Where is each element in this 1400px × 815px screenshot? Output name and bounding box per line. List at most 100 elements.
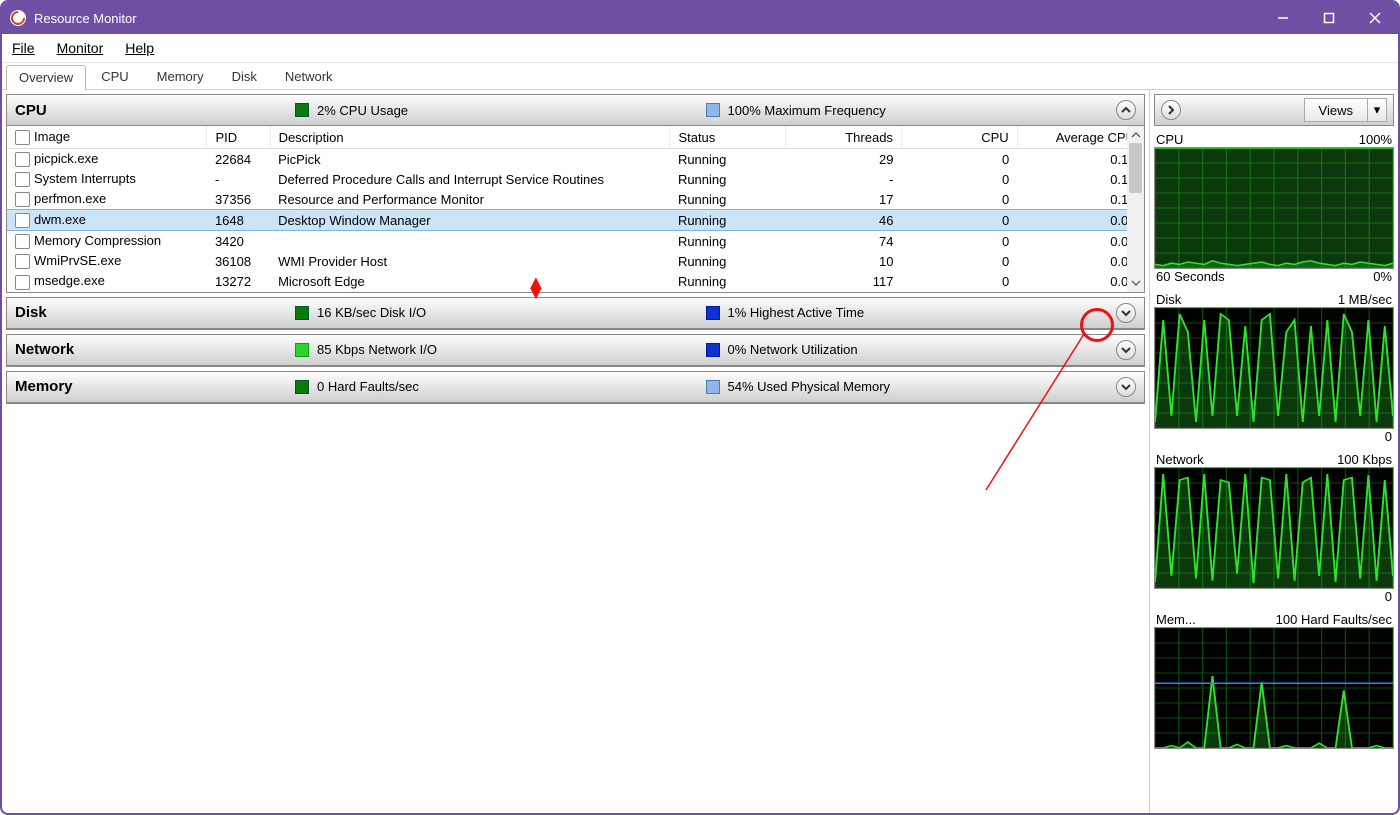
- net-util-swatch-icon: [706, 343, 720, 357]
- col-description[interactable]: Description: [270, 126, 670, 149]
- tab-cpu[interactable]: CPU: [88, 64, 141, 89]
- col-threads[interactable]: Threads: [786, 126, 902, 149]
- menu-monitor[interactable]: Monitor: [53, 38, 108, 58]
- chart-foot-right: 0: [1385, 429, 1392, 444]
- chart-disk: Disk1 MB/sec0: [1154, 292, 1394, 444]
- section-memory: Memory 0 Hard Faults/sec 54% Used Physic…: [6, 371, 1145, 404]
- window-frame: Resource Monitor File Monitor Help Overv…: [0, 0, 1400, 815]
- cpu-process-table: Image PID Description Status Threads CPU…: [7, 126, 1144, 292]
- maximize-button[interactable]: [1306, 2, 1352, 34]
- cpu-usage-text: 2% CPU Usage: [317, 103, 408, 118]
- scroll-down-icon[interactable]: [1127, 275, 1144, 292]
- titlebar[interactable]: Resource Monitor: [2, 2, 1398, 34]
- col-status[interactable]: Status: [670, 126, 786, 149]
- views-chevron-icon: ▾: [1367, 99, 1386, 121]
- section-disk-title: Disk: [15, 304, 295, 321]
- row-checkbox[interactable]: [15, 152, 30, 167]
- table-row[interactable]: msedge.exe13272Microsoft EdgeRunning1170…: [7, 271, 1144, 291]
- section-cpu-header[interactable]: CPU 2% CPU Usage 100% Maximum Frequency: [7, 95, 1144, 126]
- chart-foot-right: 0: [1385, 589, 1392, 604]
- section-disk: Disk 16 KB/sec Disk I/O 1% Highest Activ…: [6, 297, 1145, 330]
- table-scrollbar[interactable]: [1127, 126, 1144, 292]
- section-network: Network 85 Kbps Network I/O 0% Network U…: [6, 334, 1145, 367]
- chart-cpu: CPU100%60 Seconds0%: [1154, 132, 1394, 284]
- net-util-text: 0% Network Utilization: [728, 342, 858, 357]
- section-cpu: CPU 2% CPU Usage 100% Maximum Frequency …: [6, 94, 1145, 293]
- section-network-title: Network: [15, 341, 295, 358]
- chart-max-label: 100%: [1359, 132, 1392, 147]
- main-panel: CPU 2% CPU Usage 100% Maximum Frequency …: [2, 90, 1150, 815]
- table-row[interactable]: dwm.exe1648Desktop Window ManagerRunning…: [7, 210, 1144, 231]
- col-cpu[interactable]: CPU: [901, 126, 1017, 149]
- minimize-button[interactable]: [1260, 2, 1306, 34]
- collapse-side-button[interactable]: [1161, 100, 1181, 120]
- chart-foot-left: 60 Seconds: [1156, 269, 1225, 284]
- mem-faults-text: 0 Hard Faults/sec: [317, 379, 419, 394]
- views-dropdown[interactable]: Views ▾: [1304, 98, 1387, 122]
- row-checkbox[interactable]: [15, 213, 30, 228]
- row-checkbox[interactable]: [15, 192, 30, 207]
- menubar: File Monitor Help: [2, 34, 1398, 63]
- chart-canvas: [1154, 467, 1394, 589]
- chart-canvas: [1154, 627, 1394, 749]
- cpu-maxfreq-text: 100% Maximum Frequency: [728, 103, 886, 118]
- row-checkbox[interactable]: [15, 275, 30, 290]
- disk-active-text: 1% Highest Active Time: [728, 305, 865, 320]
- row-checkbox[interactable]: [15, 172, 30, 187]
- row-checkbox[interactable]: [15, 234, 30, 249]
- chart-mem: Mem... 100 Hard Faults/sec: [1154, 612, 1394, 749]
- table-row[interactable]: System Interrupts-Deferred Procedure Cal…: [7, 169, 1144, 189]
- tab-disk[interactable]: Disk: [219, 64, 270, 89]
- cpu-usage-swatch-icon: [295, 103, 309, 117]
- table-row[interactable]: WmiPrvSE.exe36108WMI Provider HostRunnin…: [7, 251, 1144, 271]
- table-header-row: Image PID Description Status Threads CPU…: [7, 126, 1144, 149]
- app-icon: [10, 10, 26, 26]
- section-memory-title: Memory: [15, 378, 295, 395]
- expand-disk-button[interactable]: [1116, 303, 1136, 323]
- chart-canvas: [1154, 147, 1394, 269]
- chart-max-label: 100 Kbps: [1337, 452, 1392, 467]
- table-row[interactable]: Memory Compression3420Running7400.05: [7, 231, 1144, 252]
- side-panel: Views ▾ CPU100%60 Seconds0%Disk1 MB/sec0…: [1150, 90, 1398, 815]
- col-avgcpu[interactable]: Average CPU: [1017, 126, 1143, 149]
- expand-network-button[interactable]: [1116, 340, 1136, 360]
- col-pid[interactable]: PID: [207, 126, 270, 149]
- tab-overview[interactable]: Overview: [6, 65, 86, 90]
- chart-canvas: [1154, 307, 1394, 429]
- collapse-cpu-button[interactable]: [1116, 100, 1136, 120]
- chart-title: Network: [1156, 452, 1204, 467]
- section-cpu-title: CPU: [15, 102, 295, 119]
- window-title: Resource Monitor: [34, 11, 137, 26]
- table-row[interactable]: perfmon.exe37356Resource and Performance…: [7, 189, 1144, 210]
- net-io-swatch-icon: [295, 343, 309, 357]
- chart-max-label: 100 Hard Faults/sec: [1276, 612, 1392, 627]
- tab-network[interactable]: Network: [272, 64, 346, 89]
- scroll-up-icon[interactable]: [1127, 126, 1144, 143]
- menu-help[interactable]: Help: [121, 38, 158, 58]
- chart-title: Mem...: [1156, 612, 1196, 627]
- tab-strip: Overview CPU Memory Disk Network: [2, 63, 1398, 90]
- disk-io-text: 16 KB/sec Disk I/O: [317, 305, 426, 320]
- disk-io-swatch-icon: [295, 306, 309, 320]
- table-row[interactable]: picpick.exe22684PicPickRunning2900.13: [7, 149, 1144, 170]
- mem-used-text: 54% Used Physical Memory: [728, 379, 891, 394]
- tab-memory[interactable]: Memory: [144, 64, 217, 89]
- section-network-header[interactable]: Network 85 Kbps Network I/O 0% Network U…: [7, 335, 1144, 366]
- net-io-text: 85 Kbps Network I/O: [317, 342, 437, 357]
- chart-network: Network 100 Kbps 0: [1154, 452, 1394, 604]
- cpu-process-table-wrap: Image PID Description Status Threads CPU…: [7, 126, 1144, 292]
- checkbox-all[interactable]: [15, 130, 30, 145]
- section-disk-header[interactable]: Disk 16 KB/sec Disk I/O 1% Highest Activ…: [7, 298, 1144, 329]
- mem-used-swatch-icon: [706, 380, 720, 394]
- section-memory-header[interactable]: Memory 0 Hard Faults/sec 54% Used Physic…: [7, 372, 1144, 403]
- scroll-thumb[interactable]: [1129, 143, 1142, 193]
- close-button[interactable]: [1352, 2, 1398, 34]
- menu-file[interactable]: File: [8, 38, 39, 58]
- row-checkbox[interactable]: [15, 254, 30, 269]
- col-image[interactable]: Image: [7, 126, 207, 149]
- chart-title: Disk: [1156, 292, 1181, 307]
- views-label: Views: [1305, 103, 1367, 118]
- expand-memory-button[interactable]: [1116, 377, 1136, 397]
- disk-active-swatch-icon: [706, 306, 720, 320]
- cpu-maxfreq-swatch-icon: [706, 103, 720, 117]
